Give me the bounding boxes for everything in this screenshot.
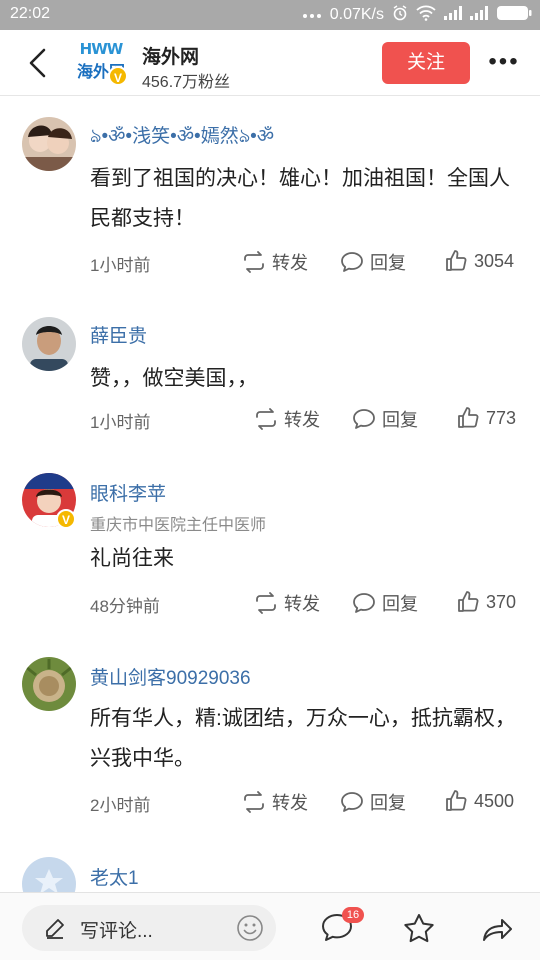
- signal-icon: [470, 5, 488, 25]
- status-bar: 22:02 0.07K/s: [0, 0, 540, 30]
- reply-bubble-icon: [341, 792, 363, 812]
- thumbs-up-icon: [458, 407, 479, 428]
- emoji-icon[interactable]: [236, 914, 264, 947]
- reply-bubble-icon: [353, 409, 375, 429]
- repost-label: 转发: [284, 410, 320, 430]
- verified-badge: V: [108, 66, 128, 86]
- fans-count: 456.7万粉丝: [142, 74, 231, 91]
- status-time: 22:02: [10, 5, 51, 22]
- logo-mark: HWW: [79, 40, 124, 58]
- repost-button[interactable]: 转发: [242, 789, 308, 815]
- like-count: 4500: [474, 790, 515, 811]
- more-button[interactable]: •••: [484, 48, 524, 78]
- star-icon: [404, 914, 434, 943]
- wifi-icon: [416, 5, 436, 26]
- comment-username[interactable]: 眼科李苹: [90, 479, 166, 506]
- comment-time: 1小时前: [90, 413, 151, 432]
- status-icons: 0.07K/s: [302, 4, 532, 26]
- article-header: HWW 海外网 V 海外网 456.7万粉丝 关注 •••: [0, 30, 540, 96]
- repost-icon: [244, 251, 264, 273]
- comment-time: 1小时前: [90, 256, 151, 275]
- comment-text: 所有华人，精:诚团结，万众一心，抵抗霸权，兴我中华。: [90, 707, 516, 770]
- comment-user-title: 重庆市中医院主任中医师: [90, 517, 267, 534]
- comment-placeholder: 写评论...: [80, 921, 153, 942]
- battery-icon: [496, 5, 532, 26]
- bottom-bar: 写评论... 16: [0, 892, 540, 960]
- avatar[interactable]: [22, 117, 76, 171]
- comment-input[interactable]: 写评论...: [22, 905, 276, 951]
- repost-icon: [256, 408, 276, 430]
- repost-label: 转发: [272, 253, 308, 273]
- comment-count-badge: 16: [342, 907, 364, 923]
- net-speed: 0.07K/s: [329, 6, 384, 23]
- comment-list[interactable]: ঌ•ॐ•浅笑•ॐ•嫣然ঌ•ॐ 看到了祖国的决心！雄心！加油祖国！全国人民都支持！…: [0, 97, 540, 892]
- reply-button[interactable]: 回复: [340, 249, 406, 275]
- repost-label: 转发: [272, 793, 308, 813]
- verified-badge: V: [56, 509, 76, 529]
- comment-username[interactable]: 薛臣贵: [90, 321, 147, 348]
- alarm-icon: [392, 4, 408, 26]
- reply-bubble-icon: [341, 252, 363, 272]
- repost-icon: [244, 791, 264, 813]
- comment-time: 48分钟前: [90, 597, 160, 616]
- signal-icon: [444, 5, 462, 25]
- reply-button[interactable]: 回复: [352, 406, 418, 432]
- thumbs-up-icon: [458, 591, 479, 612]
- repost-label: 转发: [284, 594, 320, 614]
- share-button[interactable]: [478, 909, 516, 947]
- reply-label: 回复: [370, 793, 406, 813]
- share-arrow-icon: [483, 919, 512, 941]
- like-button[interactable]: 370: [456, 590, 516, 614]
- reply-button[interactable]: 回复: [340, 789, 406, 815]
- follow-button[interactable]: 关注: [382, 42, 470, 84]
- favorite-button[interactable]: [400, 909, 438, 947]
- pen-icon: [44, 917, 66, 944]
- comment-username[interactable]: 老太1: [90, 863, 139, 890]
- reply-label: 回复: [382, 410, 418, 430]
- back-arrow-icon: [29, 48, 46, 78]
- reply-label: 回复: [382, 594, 418, 614]
- like-button[interactable]: 4500: [444, 789, 514, 813]
- repost-button[interactable]: 转发: [254, 406, 320, 432]
- reply-bubble-icon: [353, 593, 375, 613]
- back-button[interactable]: [20, 46, 54, 80]
- avatar[interactable]: [22, 857, 76, 892]
- like-count: 370: [486, 591, 517, 612]
- like-button[interactable]: 3054: [444, 249, 514, 273]
- comment-username[interactable]: ঌ•ॐ•浅笑•ॐ•嫣然ঌ•ॐ: [90, 121, 274, 154]
- more-dots-icon: [302, 6, 322, 24]
- like-button[interactable]: 773: [456, 406, 516, 430]
- like-count: 773: [486, 407, 517, 428]
- comment-text: 礼尚往来: [90, 547, 174, 570]
- thumbs-up-icon: [446, 790, 467, 811]
- thumbs-up-icon: [446, 250, 467, 271]
- comment-time: 2小时前: [90, 796, 151, 815]
- reply-label: 回复: [370, 253, 406, 273]
- comment-text: 赞，，做空美国，，: [90, 367, 258, 390]
- comment-username[interactable]: 黄山剑客90929036: [90, 663, 251, 690]
- repost-button[interactable]: 转发: [242, 249, 308, 275]
- repost-icon: [256, 592, 276, 614]
- account-name[interactable]: 海外网: [142, 42, 199, 69]
- comment-text: 看到了祖国的决心！雄心！加油祖国！全国人民都支持！: [90, 167, 510, 230]
- like-count: 3054: [474, 250, 515, 271]
- avatar[interactable]: [22, 657, 76, 711]
- avatar[interactable]: [22, 317, 76, 371]
- reply-button[interactable]: 回复: [352, 590, 418, 616]
- repost-button[interactable]: 转发: [254, 590, 320, 616]
